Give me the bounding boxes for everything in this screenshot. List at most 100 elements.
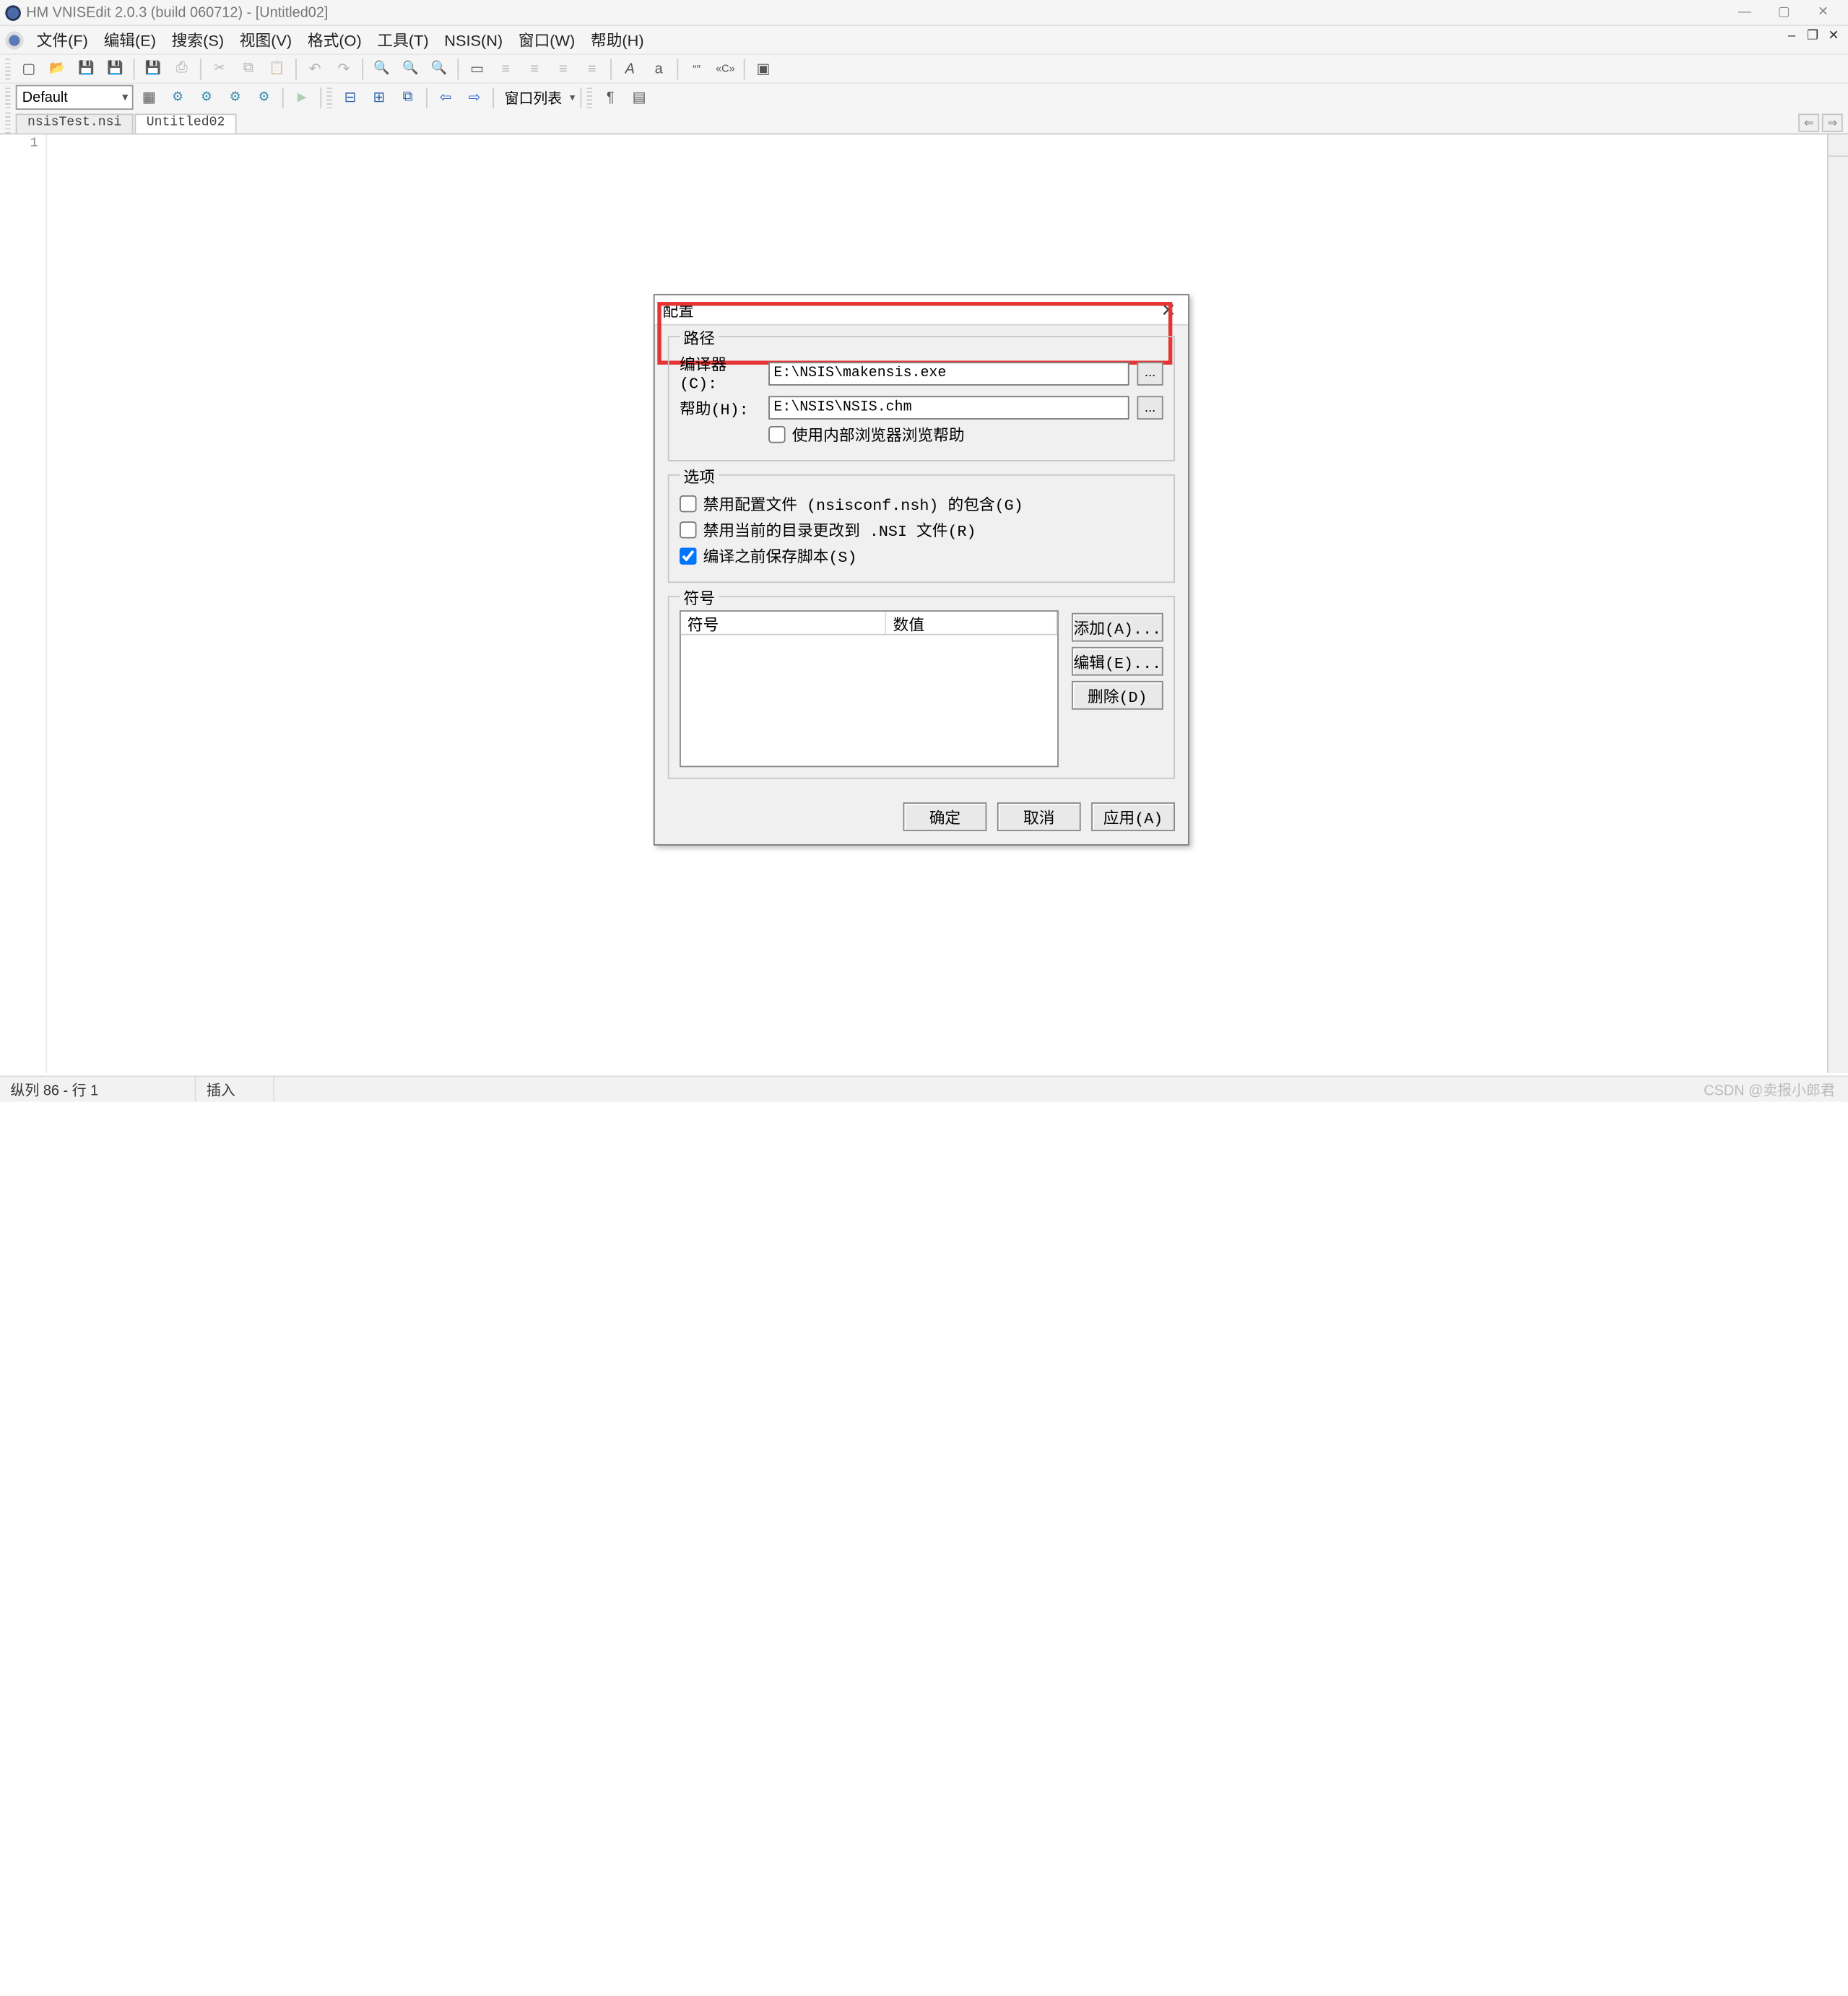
symbol-table[interactable]: 符号 数值 <box>680 610 1059 767</box>
nav-back-button[interactable] <box>433 86 459 110</box>
cut-button[interactable] <box>207 57 233 81</box>
tab-prev-button[interactable]: ⇐ <box>1798 113 1819 131</box>
line-gutter: 1 <box>0 134 47 1072</box>
group-paths-legend: 路径 <box>680 326 719 349</box>
col-value[interactable]: 数值 <box>887 612 1058 634</box>
run-button[interactable] <box>222 86 248 110</box>
undo-button[interactable] <box>302 57 328 81</box>
cascade-button[interactable]: ⧉ <box>395 86 421 110</box>
mdi-minimize-button[interactable]: – <box>1783 29 1801 43</box>
tile-h-button[interactable]: ⊟ <box>337 86 363 110</box>
checkbox-disable-cd[interactable] <box>680 521 697 539</box>
menu-view[interactable]: 视图(V) <box>232 26 300 53</box>
mdi-restore-button[interactable]: ❐ <box>1803 29 1821 43</box>
label-disable-cd: 禁用当前的目录更改到 .NSI 文件(R) <box>703 518 976 541</box>
paste-button[interactable] <box>264 57 290 81</box>
template-btn1[interactable]: ▦ <box>136 86 162 110</box>
add-symbol-button[interactable]: 添加(A)... <box>1072 613 1163 642</box>
quote-button[interactable] <box>684 57 710 81</box>
style-a2-button[interactable] <box>646 57 672 81</box>
input-help[interactable] <box>768 396 1129 420</box>
line-number-1: 1 <box>8 137 38 152</box>
cancel-button[interactable]: 取消 <box>997 802 1081 831</box>
browse-compiler-button[interactable]: ... <box>1137 361 1163 385</box>
save-all-button[interactable] <box>102 57 128 81</box>
label-disable-conf: 禁用配置文件 (nsisconf.nsh) 的包含(G) <box>703 493 1023 515</box>
apply-button[interactable]: 应用(A) <box>1091 802 1175 831</box>
misc-button[interactable]: ▣ <box>750 57 776 81</box>
find-next-button[interactable] <box>397 57 423 81</box>
indent-button[interactable]: ≡ <box>493 57 519 81</box>
save-as-button[interactable] <box>140 57 166 81</box>
c-tag-button[interactable] <box>712 57 738 81</box>
editor-scrollbar[interactable] <box>1827 134 1848 1072</box>
redo-button[interactable] <box>331 57 357 81</box>
menu-file[interactable]: 文件(F) <box>29 26 96 53</box>
delete-symbol-button[interactable]: 删除(D) <box>1072 681 1163 710</box>
print-button[interactable] <box>168 57 194 81</box>
play-button[interactable] <box>289 86 315 110</box>
app-icon <box>5 4 21 20</box>
tab-untitled02[interactable]: Untitled02 <box>134 113 236 133</box>
col-symbol[interactable]: 符号 <box>681 612 887 634</box>
checkbox-save-before[interactable] <box>680 547 697 565</box>
dialog-title-bar[interactable]: 配置 ✕ <box>655 295 1188 326</box>
edit-symbol-button[interactable]: 编辑(E)... <box>1072 647 1163 676</box>
menu-format[interactable]: 格式(O) <box>300 26 370 53</box>
status-bar: 纵列 86 - 行 1 插入 CSDN @卖报小郎君 <box>0 1075 1848 1101</box>
menu-nsis[interactable]: NSIS(N) <box>436 28 511 52</box>
compile-run-button[interactable] <box>194 86 220 110</box>
mdi-controls: – ❐ ✕ <box>1783 29 1843 43</box>
status-position: 纵列 86 - 行 1 <box>0 1077 196 1101</box>
checkbox-internal-browser[interactable] <box>768 426 786 443</box>
ok-button[interactable]: 确定 <box>903 802 987 831</box>
comment-button[interactable]: ≡ <box>550 57 576 81</box>
uncomment-button[interactable]: ≡ <box>579 57 605 81</box>
misc2-button[interactable]: ▤ <box>626 86 652 110</box>
dialog-close-button[interactable]: ✕ <box>1157 299 1181 320</box>
minimize-button[interactable]: — <box>1725 1 1764 25</box>
template-combo-value: Default <box>22 90 68 105</box>
group-options: 选项 禁用配置文件 (nsisconf.nsh) 的包含(G) 禁用当前的目录更… <box>668 474 1175 583</box>
toolbar-grip-3[interactable] <box>326 87 331 108</box>
menu-tools[interactable]: 工具(T) <box>370 26 437 53</box>
maximize-button[interactable]: ▢ <box>1764 1 1803 25</box>
input-compiler[interactable] <box>768 361 1129 385</box>
tab-next-button[interactable]: ⇒ <box>1822 113 1843 131</box>
bookmark-button[interactable]: ▭ <box>464 57 490 81</box>
close-button[interactable]: ✕ <box>1803 1 1842 25</box>
group-options-legend: 选项 <box>680 465 719 487</box>
style-a-button[interactable] <box>617 57 643 81</box>
compile-button[interactable] <box>165 86 191 110</box>
symbol-table-header: 符号 数值 <box>681 612 1057 635</box>
menu-help[interactable]: 帮助(H) <box>583 26 651 53</box>
menu-bar: 文件(F) 编辑(E) 搜索(S) 视图(V) 格式(O) 工具(T) NSIS… <box>0 26 1848 53</box>
menu-search[interactable]: 搜索(S) <box>164 26 232 53</box>
nav-forward-button[interactable] <box>461 86 487 110</box>
template-combo[interactable]: Default <box>16 85 134 110</box>
mdi-close-button[interactable]: ✕ <box>1824 29 1842 43</box>
checkbox-disable-conf[interactable] <box>680 495 697 513</box>
tile-v-button[interactable]: ⊞ <box>366 86 392 110</box>
toolbar-grip[interactable] <box>5 58 10 79</box>
replace-button[interactable] <box>426 57 452 81</box>
test-button[interactable] <box>251 86 277 110</box>
window-list-label[interactable]: 窗口列表 <box>499 87 567 108</box>
para-button[interactable] <box>597 86 623 110</box>
find-button[interactable] <box>368 57 394 81</box>
label-compiler: 编译器(C): <box>680 353 760 394</box>
group-paths: 路径 编译器(C): ... 帮助(H): ... 使用内部浏览器浏览帮助 <box>668 336 1175 461</box>
open-button[interactable] <box>45 57 71 81</box>
tab-grip[interactable] <box>5 113 10 134</box>
save-button[interactable] <box>73 57 99 81</box>
tab-nsistest[interactable]: nsisTest.nsi <box>16 113 134 133</box>
new-button[interactable] <box>16 57 42 81</box>
menu-edit[interactable]: 编辑(E) <box>96 26 164 53</box>
menu-window[interactable]: 窗口(W) <box>511 26 583 53</box>
browse-help-button[interactable]: ... <box>1137 396 1163 420</box>
copy-button[interactable] <box>235 57 261 81</box>
toolbar-grip-4[interactable] <box>587 87 592 108</box>
title-bar: HM VNISEdit 2.0.3 (build 060712) - [Unti… <box>0 0 1848 26</box>
toolbar-grip-2[interactable] <box>5 87 10 108</box>
outdent-button[interactable]: ≡ <box>521 57 547 81</box>
